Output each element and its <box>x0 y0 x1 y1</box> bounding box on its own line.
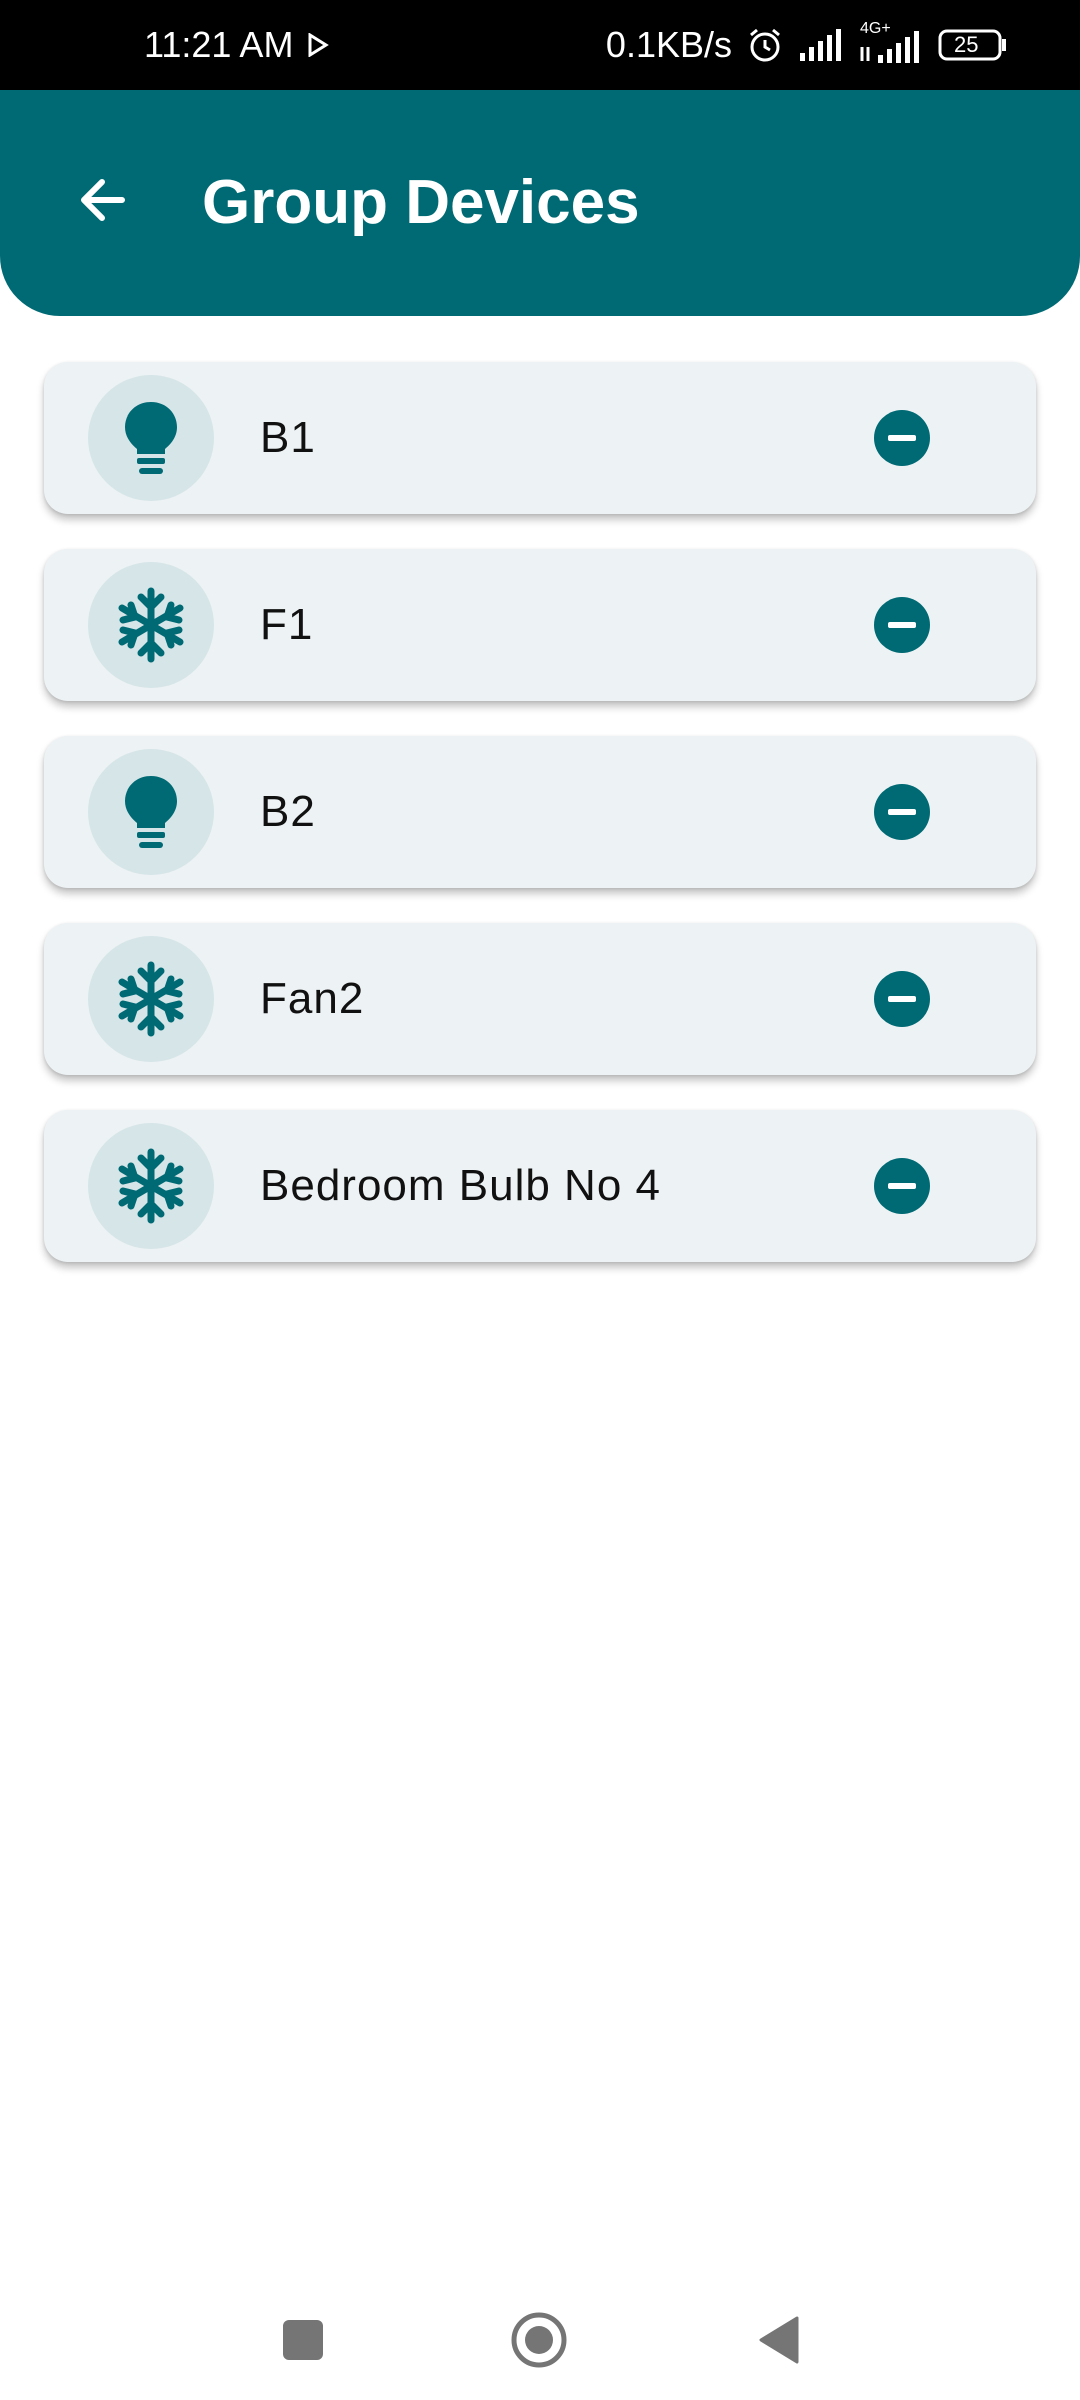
lightbulb-icon <box>125 776 177 848</box>
minus-icon <box>888 996 916 1002</box>
remove-device-button[interactable] <box>874 410 930 466</box>
minus-icon <box>888 622 916 628</box>
arrow-back-icon <box>81 179 125 221</box>
minus-icon <box>888 809 916 815</box>
snowflake-icon <box>118 961 184 1037</box>
status-time: 11:21 AM <box>144 24 294 65</box>
alarm-icon <box>746 26 784 64</box>
device-avatar <box>88 936 214 1062</box>
remove-device-button[interactable] <box>874 1158 930 1214</box>
system-nav-bar <box>0 2280 1080 2390</box>
lightbulb-icon <box>125 402 177 474</box>
snowflake-icon <box>118 1148 184 1224</box>
home-button[interactable] <box>509 2310 569 2370</box>
device-card[interactable]: Bedroom Bulb No 4 <box>44 1110 1036 1262</box>
device-avatar <box>88 562 214 688</box>
device-avatar <box>88 1123 214 1249</box>
status-bar: 11:21 AM 0.1KB/s 4G+ 25 <box>0 0 1080 90</box>
triangle-back-icon <box>759 2316 799 2364</box>
device-card[interactable]: B2 <box>44 736 1036 888</box>
network-speed: 0.1KB/s <box>605 24 732 65</box>
battery-level: 25 <box>954 32 979 57</box>
remove-device-button[interactable] <box>874 597 930 653</box>
status-right: 0.1KB/s 4G+ 25 <box>605 21 1008 66</box>
back-button[interactable] <box>62 160 142 240</box>
device-name: F1 <box>260 600 314 649</box>
battery-icon: 25 <box>938 29 1008 61</box>
square-icon <box>283 2320 323 2360</box>
device-list: B1 F1 B2 Fan2 Bedroom Bulb No 4 <box>44 362 1036 1297</box>
minus-icon <box>888 435 916 441</box>
app-bar: Group Devices <box>0 90 1080 316</box>
back-nav-button[interactable] <box>749 2310 809 2370</box>
device-card[interactable]: F1 <box>44 549 1036 701</box>
device-avatar <box>88 749 214 875</box>
device-card[interactable]: B1 <box>44 362 1036 514</box>
recents-button[interactable] <box>273 2310 333 2370</box>
page-title: Group Devices <box>202 168 640 237</box>
device-name: Fan2 <box>260 974 365 1023</box>
device-name: B1 <box>260 413 316 462</box>
remove-device-button[interactable] <box>874 971 930 1027</box>
remove-device-button[interactable] <box>874 784 930 840</box>
device-card[interactable]: Fan2 <box>44 923 1036 1075</box>
signal-icon <box>798 29 844 61</box>
signal-4g-icon: 4G+ <box>858 21 924 63</box>
device-avatar <box>88 375 214 501</box>
device-name: B2 <box>260 787 316 836</box>
device-name: Bedroom Bulb No 4 <box>260 1161 661 1210</box>
home-circle-icon <box>511 2312 567 2368</box>
minus-icon <box>888 1183 916 1189</box>
snowflake-icon <box>118 587 184 663</box>
status-left: 11:21 AM <box>144 24 330 66</box>
play-store-icon <box>307 24 330 66</box>
